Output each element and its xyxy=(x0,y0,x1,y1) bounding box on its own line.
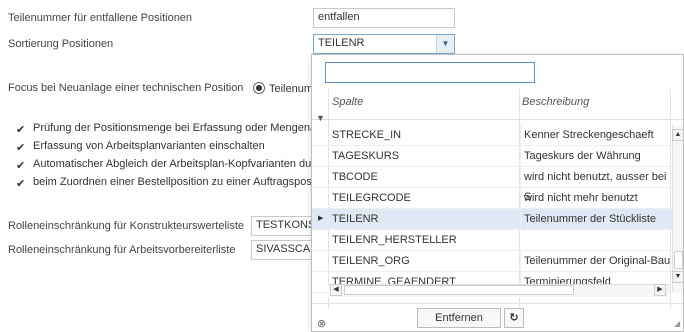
cell-spalte: TBCODE xyxy=(332,171,378,183)
row-pointer-icon: ▶ xyxy=(318,215,324,222)
label-arbeitsvorbereiterliste: Rolleneinschränkung für Arbeitsvorbereit… xyxy=(8,244,236,256)
horizontal-scroll-thumb[interactable] xyxy=(344,285,574,295)
cell-beschreibung: Tageskurs der Währung xyxy=(520,146,674,166)
cell-beschreibung: Kenner Streckengeschaeft xyxy=(520,125,674,145)
cell-spalte: TEILENR_HERSTELLER xyxy=(332,234,457,246)
sortierung-select-value: TEILENR xyxy=(318,37,365,49)
focus-radio-teilenummer[interactable]: Teilenumr xyxy=(253,82,317,95)
checkbox-label: Automatischer Abgleich der Arbeitsplan-K… xyxy=(33,158,312,170)
chevron-down-icon[interactable]: ▼ xyxy=(436,35,454,53)
check-icon[interactable]: ✔ xyxy=(16,179,27,190)
grid-header: Spalte Beschreibung xyxy=(312,89,683,120)
check-icon[interactable]: ✔ xyxy=(16,125,27,136)
cell-spalte: TEILENR xyxy=(332,213,379,225)
column-header-spalte[interactable]: Spalte xyxy=(332,96,363,108)
table-row[interactable]: STRECKE_IN Kenner Streckengeschaeft xyxy=(312,125,683,146)
scroll-up-icon[interactable]: ▲ xyxy=(672,129,683,141)
radio-label: Teilenumr xyxy=(269,83,317,95)
checkbox-arbeitsplanvarianten[interactable]: ✔ Erfassung von Arbeitsplanvarianten eins… xyxy=(16,140,265,154)
sortierung-select[interactable]: TEILENR ▼ xyxy=(313,34,455,54)
clear-icon[interactable]: ⊗ xyxy=(317,317,326,330)
cell-spalte: TEILEGRCODE xyxy=(332,192,411,204)
scroll-down-icon[interactable]: ▼ xyxy=(672,271,683,283)
checkbox-label: Prüfung der Positionsmenge bei Erfassung… xyxy=(33,122,317,134)
label-sortierung-positionen: Sortierung Positionen xyxy=(8,38,114,50)
check-icon[interactable]: ✔ xyxy=(16,143,27,154)
popup-search-input[interactable] xyxy=(325,62,535,83)
checkbox-kopfvarianten[interactable]: ✔ Automatischer Abgleich der Arbeitsplan-… xyxy=(16,158,311,172)
table-row[interactable]: TEILENR_HERSTELLER xyxy=(312,230,683,251)
table-row[interactable]: TAGESKURS Tageskurs der Währung xyxy=(312,146,683,167)
footer-divider xyxy=(312,303,683,304)
label-konstrukteurswerteliste: Rolleneinschränkung für Konstrukteurswer… xyxy=(8,220,245,232)
cell-beschreibung: Teilenummer der Original-Bau xyxy=(520,251,674,271)
cell-spalte: STRECKE_IN xyxy=(332,129,402,141)
checkbox-bestellposition[interactable]: ✔ beim Zuordnen einer Bestellposition zu … xyxy=(16,176,312,190)
table-row[interactable]: TEILEGRCODE wird nicht mehr benutzt xyxy=(312,188,683,209)
refresh-icon[interactable]: ↻ xyxy=(504,308,524,328)
cell-spalte: TEILENR_ORG xyxy=(332,255,410,267)
cell-beschreibung: wird nicht mehr benutzt xyxy=(520,188,674,208)
filter-icon[interactable]: ▼ xyxy=(316,113,325,123)
label-focus-neuanlage: Focus bei Neuanlage einer technischen Po… xyxy=(8,82,244,94)
scroll-right-icon[interactable]: ▶ xyxy=(654,284,666,296)
cell-spalte: TAGESKURS xyxy=(332,150,400,162)
radio-icon[interactable] xyxy=(253,82,265,94)
column-dropdown-popup: Spalte Beschreibung ▼ STRECKE_IN Kenner … xyxy=(311,54,684,332)
checkbox-positionsmenge[interactable]: ✔ Prüfung der Positionsmenge bei Erfassun… xyxy=(16,122,316,136)
resize-grip-icon[interactable]: ◢ xyxy=(674,319,680,328)
checkbox-label: beim Zuordnen einer Bestellposition zu e… xyxy=(33,176,312,188)
checkbox-label: Erfassung von Arbeitsplanvarianten einsc… xyxy=(33,140,265,152)
table-row-selected[interactable]: ▶ TEILENR Teilenummer der Stückliste xyxy=(312,209,683,230)
entfallen-input[interactable]: entfallen xyxy=(313,8,455,28)
check-icon[interactable]: ✔ xyxy=(16,161,27,172)
cell-beschreibung: Teilenummer der Stückliste xyxy=(520,209,674,229)
label-entfallene-positionen: Teilenummer für entfallene Positionen xyxy=(8,12,193,24)
entfernen-button[interactable]: Entfernen xyxy=(417,308,501,328)
table-row[interactable]: TEILENR_ORG Teilenummer der Original-Bau xyxy=(312,251,683,272)
vertical-scroll-thumb[interactable] xyxy=(674,251,683,269)
column-header-beschreibung[interactable]: Beschreibung xyxy=(522,96,589,108)
table-row[interactable]: TBCODE wird nicht benutzt, ausser bei S xyxy=(312,167,683,207)
scroll-left-icon[interactable]: ◀ xyxy=(330,284,342,296)
